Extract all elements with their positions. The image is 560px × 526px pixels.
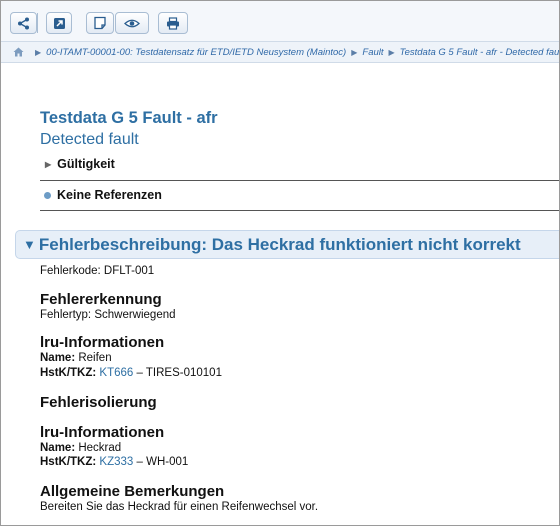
triangle-down-icon: ▼ [23,237,36,252]
code-rest: – WH-001 [136,456,189,468]
remarks-text: Bereiten Sie das Heckrad für einen Reife… [40,501,319,513]
divider [40,210,559,211]
validity-toggle[interactable]: ▶ Gültigkeit [45,157,115,171]
lru-code-row-2: HstK/TKZ: KZ333 – WH-001 [40,456,188,468]
name-value: Heckrad [78,442,122,454]
name-label: Name: [40,442,76,454]
chevron-right-icon: ▶ [388,47,395,57]
breadcrumb: ▶ 00-ITAMT-00001-00: Testdatensatz für E… [1,41,559,63]
page-title: Testdata G 5 Fault - afr [40,109,218,127]
name-label: Name: [40,352,76,364]
name-value: Reifen [78,352,112,364]
note-button[interactable] [86,12,114,34]
fault-type: Fehlertyp: Schwerwiegend [40,309,176,321]
lru-info-heading-1: lru-Informationen [40,334,165,351]
page-subtitle: Detected fault [40,131,139,148]
app-frame: ▶ 00-ITAMT-00001-00: Testdatensatz für E… [0,0,560,526]
part-link[interactable]: KT666 [99,367,133,379]
code-label: HstK/TKZ: [40,367,97,379]
share-button[interactable] [10,12,37,34]
lru-name-row-2: Name: Heckrad [40,442,121,454]
breadcrumb-item-current[interactable]: Testdata G 5 Fault - afr - Detected faul… [400,47,559,58]
triangle-right-icon: ▶ [45,159,52,169]
chevron-right-icon: ▶ [351,47,358,57]
eye-icon [124,18,140,29]
print-button[interactable] [158,12,188,34]
view-button[interactable] [115,12,149,34]
breadcrumb-item-fault[interactable]: Fault [362,47,383,58]
lru-code-row-1: HstK/TKZ: KT666 – TIRES-010101 [40,367,222,379]
section-title: Fehlerbeschreibung: Das Heckrad funktion… [38,234,521,254]
toolbar-divider [37,13,38,33]
lru-name-row-1: Name: Reifen [40,352,112,364]
share-icon [17,17,30,30]
remarks-heading: Allgemeine Bemerkungen [40,483,225,500]
divider [40,180,559,181]
print-icon [166,16,180,30]
chevron-right-icon: ▶ [35,47,42,57]
toolbar [1,1,559,41]
references-label: Keine Referenzen [57,188,162,202]
note-icon [93,16,107,30]
isolation-heading: Fehlerisolierung [40,394,157,411]
detection-heading: Fehlererkennung [40,291,162,308]
open-external-icon [53,17,66,30]
fault-code: Fehlerkode: DFLT-001 [40,265,155,277]
code-label: HstK/TKZ: [40,456,97,468]
validity-label: Gültigkeit [57,157,115,171]
section-header-fault-description[interactable]: ▼ Fehlerbeschreibung: Das Heckrad funkti… [15,230,559,259]
open-external-button[interactable] [46,12,72,34]
home-icon[interactable] [13,47,24,57]
bullet-icon [44,191,51,199]
code-rest: – TIRES-010101 [136,367,222,379]
references-item: Keine Referenzen [44,188,162,202]
part-link[interactable]: KZ333 [99,456,133,468]
lru-info-heading-2: lru-Informationen [40,424,165,441]
breadcrumb-item-dataset[interactable]: 00-ITAMT-00001-00: Testdatensatz für ETD… [46,47,346,58]
